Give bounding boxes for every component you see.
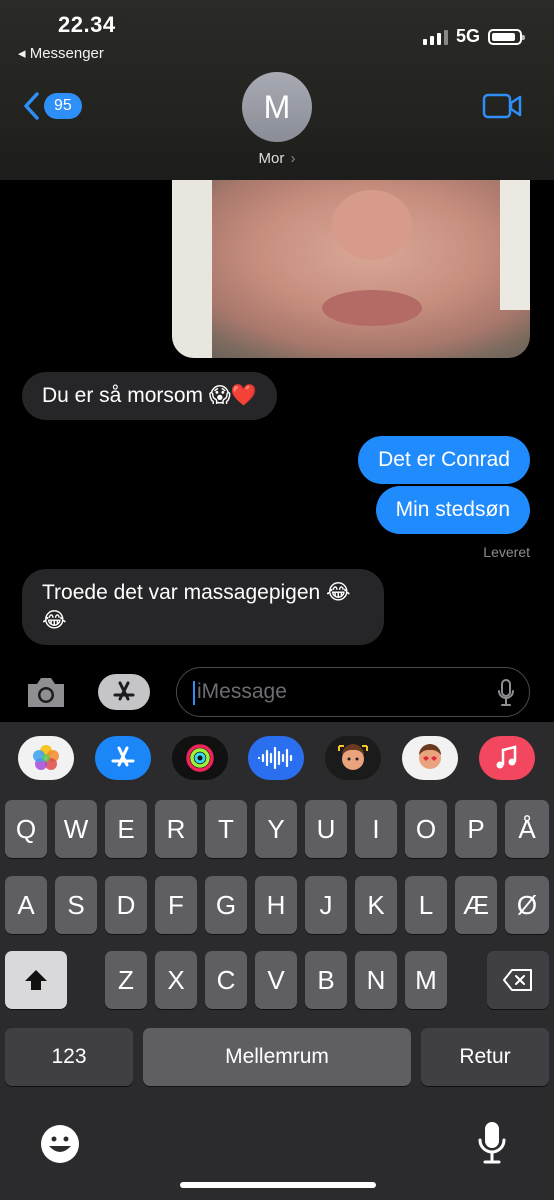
key-d[interactable]: D bbox=[105, 876, 147, 934]
conversation-header: 22.34 ◂ Messenger 5G 95 M Mor › bbox=[0, 0, 554, 180]
key-i[interactable]: I bbox=[355, 800, 397, 858]
key-aa[interactable]: Å bbox=[505, 800, 549, 858]
cellular-signal-icon bbox=[422, 29, 448, 45]
key-m[interactable]: M bbox=[405, 951, 447, 1009]
key-p[interactable]: P bbox=[455, 800, 497, 858]
key-o[interactable]: O bbox=[405, 800, 447, 858]
status-time: 22.34 bbox=[58, 12, 116, 37]
message-bubble-incoming[interactable]: Du er så morsom 😱❤️ bbox=[22, 372, 277, 420]
appstore-icon[interactable] bbox=[95, 736, 151, 780]
contact-avatar[interactable]: M bbox=[242, 72, 312, 142]
music-icon[interactable] bbox=[479, 736, 535, 780]
memoji-icon[interactable] bbox=[325, 736, 381, 780]
camera-icon[interactable] bbox=[24, 673, 68, 711]
key-n[interactable]: N bbox=[355, 951, 397, 1009]
apps-button[interactable] bbox=[98, 674, 150, 710]
audio-message-icon[interactable] bbox=[248, 736, 304, 780]
backspace-icon bbox=[503, 969, 532, 991]
space-key[interactable]: Mellemrum bbox=[143, 1028, 411, 1086]
chevron-right-icon: › bbox=[290, 150, 296, 167]
key-w[interactable]: W bbox=[55, 800, 97, 858]
network-type: 5G bbox=[455, 26, 480, 46]
delivered-status: Leveret bbox=[483, 544, 530, 560]
key-z[interactable]: Z bbox=[105, 951, 147, 1009]
contact-name-button[interactable]: Mor › bbox=[0, 150, 554, 167]
message-bubble-outgoing[interactable]: Min stedsøn bbox=[375, 486, 530, 534]
key-e[interactable]: E bbox=[105, 800, 147, 858]
key-s[interactable]: S bbox=[55, 876, 97, 934]
dictation-mic-icon[interactable] bbox=[497, 679, 515, 707]
chevron-left-icon bbox=[24, 92, 39, 120]
key-g[interactable]: G bbox=[205, 876, 247, 934]
activity-icon[interactable] bbox=[172, 736, 228, 780]
message-bubble-outgoing[interactable]: Det er Conrad bbox=[358, 436, 530, 484]
key-j[interactable]: J bbox=[305, 876, 347, 934]
key-x[interactable]: X bbox=[155, 951, 197, 1009]
key-v[interactable]: V bbox=[255, 951, 297, 1009]
unread-count-badge: 95 bbox=[44, 93, 82, 119]
key-u[interactable]: U bbox=[305, 800, 347, 858]
numbers-key[interactable]: 123 bbox=[5, 1028, 133, 1086]
message-input-placeholder: iMessage bbox=[197, 680, 287, 703]
shift-key[interactable] bbox=[5, 951, 67, 1009]
imessage-app-strip bbox=[0, 736, 554, 784]
return-key[interactable]: Retur bbox=[421, 1028, 549, 1086]
shift-arrow-icon bbox=[25, 970, 47, 990]
status-indicators: 5G bbox=[422, 26, 525, 47]
key-f[interactable]: F bbox=[155, 876, 197, 934]
key-oe[interactable]: Ø bbox=[505, 876, 549, 934]
contact-name: Mor bbox=[258, 150, 285, 167]
appstore-icon bbox=[113, 681, 135, 701]
emoji-icon[interactable] bbox=[38, 1122, 82, 1166]
message-input[interactable]: iMessage bbox=[176, 667, 530, 717]
battery-icon bbox=[488, 28, 525, 45]
key-b[interactable]: B bbox=[305, 951, 347, 1009]
key-a[interactable]: A bbox=[5, 876, 47, 934]
photo-attachment[interactable] bbox=[172, 180, 530, 358]
message-bubble-incoming[interactable]: Troede det var massagepigen 😂😂 bbox=[22, 569, 384, 645]
key-h[interactable]: H bbox=[255, 876, 297, 934]
key-y[interactable]: Y bbox=[255, 800, 297, 858]
key-ae[interactable]: Æ bbox=[455, 876, 497, 934]
key-r[interactable]: R bbox=[155, 800, 197, 858]
facetime-video-icon[interactable] bbox=[482, 92, 522, 120]
home-indicator[interactable] bbox=[180, 1182, 376, 1188]
key-c[interactable]: C bbox=[205, 951, 247, 1009]
key-q[interactable]: Q bbox=[5, 800, 47, 858]
photos-icon[interactable] bbox=[18, 736, 74, 780]
key-t[interactable]: T bbox=[205, 800, 247, 858]
key-k[interactable]: K bbox=[355, 876, 397, 934]
back-button[interactable]: 95 bbox=[22, 92, 82, 120]
text-cursor bbox=[193, 681, 195, 705]
memoji-sticker-icon[interactable] bbox=[402, 736, 458, 780]
delete-key[interactable] bbox=[487, 951, 549, 1009]
dictation-mic-icon[interactable] bbox=[476, 1120, 508, 1166]
back-to-app-link[interactable]: ◂ Messenger bbox=[18, 44, 104, 62]
key-l[interactable]: L bbox=[405, 876, 447, 934]
